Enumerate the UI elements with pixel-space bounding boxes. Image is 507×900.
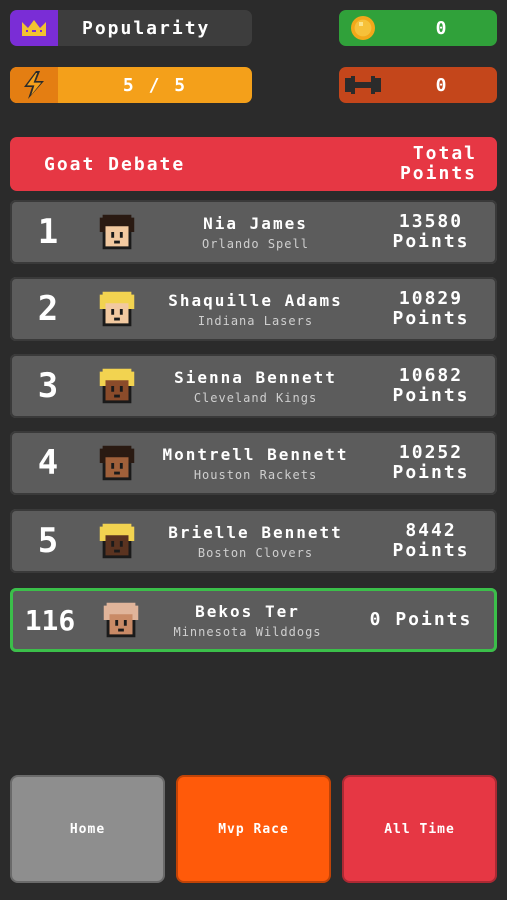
strength-counter: 0 [339, 67, 497, 103]
team-name: Minnesota Wilddogs [173, 624, 322, 639]
player-points: 0 Points [369, 609, 473, 630]
current-player-row[interactable]: 116 Bekos Ter Minnesota Wilddogs 0 Point… [10, 588, 497, 652]
player-name: Brielle Bennett [168, 522, 343, 542]
player-points: 10829 Points [392, 288, 470, 329]
leaderboard-title: Goat Debate [44, 153, 186, 175]
player-points: 10682 Points [392, 365, 470, 406]
player-name: Sienna Bennett [174, 367, 337, 387]
popularity-label: Popularity [82, 17, 211, 39]
leaderboard-row[interactable]: 5 Brielle Bennett Boston Clovers 8442 Po… [10, 509, 497, 573]
team-name: Boston Clovers [197, 545, 314, 560]
lightning-icon [10, 67, 58, 103]
rank-number: 4 [37, 443, 59, 483]
mvp-race-button[interactable]: Mvp Race [176, 775, 331, 883]
team-name: Indiana Lasers [197, 313, 314, 328]
total-points-label: Total Points [399, 143, 477, 184]
coin-counter: 0 [339, 10, 497, 46]
player-avatar [99, 368, 135, 404]
all-time-button[interactable]: All Time [342, 775, 497, 883]
player-avatar [99, 523, 135, 559]
leaderboard-header: Goat Debate Total Points [10, 137, 497, 191]
leaderboard-row[interactable]: 4 Montrell Bennett Houston Rackets 10252… [10, 431, 497, 495]
energy-value: 5 / 5 [122, 74, 188, 96]
player-name: Shaquille Adams [168, 290, 343, 310]
leaderboard-row[interactable]: 3 Sienna Bennett Cleveland Kings 10682 P… [10, 354, 497, 418]
rank-number: 116 [24, 603, 76, 637]
strength-value: 0 [435, 74, 449, 96]
player-points: 8442 Points [392, 520, 470, 561]
rank-number: 1 [37, 212, 59, 252]
team-name: Cleveland Kings [193, 390, 318, 405]
coin-icon [339, 10, 387, 46]
player-points: 13580 Points [392, 211, 470, 252]
popularity-bar: Popularity [10, 10, 252, 46]
crown-icon [10, 10, 58, 46]
leaderboard-row[interactable]: 1 Nia James Orlando Spell 13580 Points [10, 200, 497, 264]
dumbbell-icon [339, 67, 387, 103]
energy-bar: 5 / 5 [10, 67, 252, 103]
rank-number: 3 [37, 366, 59, 406]
player-name: Nia James [203, 213, 308, 233]
player-name: Montrell Bennett [162, 444, 349, 464]
home-button[interactable]: Home [10, 775, 165, 883]
rank-number: 5 [37, 521, 59, 561]
rank-number: 2 [37, 289, 59, 329]
leaderboard-row[interactable]: 2 Shaquille Adams Indiana Lasers 10829 P… [10, 277, 497, 341]
player-avatar [99, 291, 135, 327]
player-points: 10252 Points [392, 442, 470, 483]
team-name: Orlando Spell [202, 236, 309, 251]
player-name: Bekos Ter [195, 601, 300, 621]
coin-value: 0 [435, 17, 449, 39]
player-avatar [99, 445, 135, 481]
player-avatar [103, 602, 139, 638]
player-avatar [99, 214, 135, 250]
team-name: Houston Rackets [193, 467, 318, 482]
